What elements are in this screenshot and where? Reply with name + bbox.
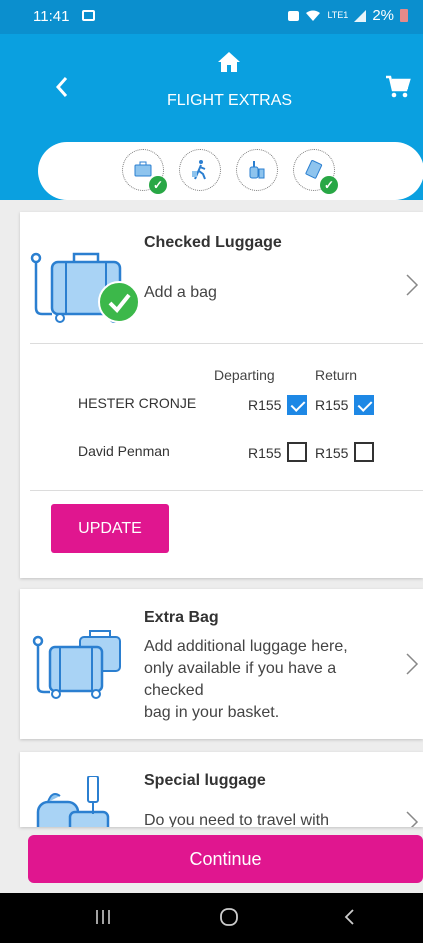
step-traveller[interactable] [179, 149, 221, 191]
system-nav-bar [0, 893, 423, 943]
suitcase-icon [134, 161, 152, 177]
ticket-icon [305, 160, 323, 179]
return-price: R155 [315, 397, 349, 413]
return-price: R155 [315, 445, 349, 461]
status-bar: 11:41 LTE1 2% [0, 0, 423, 34]
battery-icon [400, 9, 408, 22]
return-checkbox[interactable] [354, 395, 374, 415]
step-complete-badge: ✓ [320, 176, 338, 194]
recent-apps-icon[interactable] [95, 907, 111, 927]
gallery-notification-icon [82, 10, 95, 21]
special-luggage-icon [36, 776, 110, 827]
battery-percent: 2% [372, 7, 394, 24]
step-complete-badge: ✓ [149, 176, 167, 194]
special-luggage-title: Special luggage [144, 772, 266, 789]
departing-checkbox[interactable] [287, 395, 307, 415]
departing-price: R155 [248, 397, 282, 413]
chevron-right-icon[interactable] [405, 273, 419, 297]
home-icon[interactable] [218, 52, 240, 72]
traveller-icon [192, 160, 206, 180]
chevron-right-icon[interactable] [405, 810, 419, 827]
app-header: FLIGHT EXTRAS [0, 34, 423, 144]
departing-checkbox[interactable] [287, 442, 307, 462]
extra-bag-desc-line: only available if you have a [144, 660, 337, 677]
app-screen: 11:41 LTE1 2% FLIGHT EXTRAS ✓ ✓ Checked … [0, 0, 423, 943]
extra-bag-desc-line: bag in your basket. [144, 704, 280, 721]
extra-bag-title: Extra Bag [144, 609, 219, 626]
extra-bag-desc: Add additional luggage here, only availa… [144, 636, 348, 724]
divider [30, 490, 423, 491]
divider [30, 343, 423, 344]
home-nav-icon[interactable] [219, 907, 239, 927]
lock-icon [288, 10, 300, 21]
check-badge-icon [98, 281, 140, 323]
wifi-icon [306, 10, 321, 21]
step-special-luggage[interactable] [236, 149, 278, 191]
extra-bag-icon [32, 630, 121, 699]
extra-bag-card: Extra Bag Add additional luggage here, o… [20, 589, 423, 739]
checked-luggage-title: Checked Luggage [144, 234, 282, 251]
extra-bag-desc-line: checked [144, 682, 204, 699]
col-departing-header: Departing [214, 367, 275, 383]
departing-price: R155 [248, 445, 282, 461]
special-luggage-card: Special luggage Do you need to travel wi… [20, 752, 423, 827]
special-items-icon [249, 161, 265, 179]
checked-luggage-card: Checked Luggage Add a bag Departing Retu… [20, 212, 423, 578]
back-nav-icon[interactable] [342, 907, 356, 927]
passenger-name: HESTER CRONJE [78, 395, 197, 411]
cart-icon[interactable] [385, 74, 411, 100]
special-luggage-desc: Do you need to travel with [144, 812, 329, 827]
col-return-header: Return [315, 367, 358, 383]
step-payment[interactable]: ✓ [293, 149, 338, 194]
signal-icon [354, 9, 367, 22]
step-checked-luggage[interactable]: ✓ [122, 149, 167, 194]
checked-luggage-desc: Add a bag [144, 284, 217, 301]
extra-bag-desc-line: Add additional luggage here, [144, 638, 348, 655]
continue-button[interactable]: Continue [28, 835, 423, 883]
chevron-right-icon[interactable] [405, 652, 419, 676]
return-checkbox[interactable] [354, 442, 374, 462]
status-time: 11:41 [33, 8, 70, 25]
network-label: LTE1 [327, 10, 349, 20]
passenger-name: David Penman [78, 443, 170, 459]
page-title: FLIGHT EXTRAS [166, 92, 293, 109]
steps-progress: ✓ ✓ [38, 142, 423, 200]
update-button[interactable]: UPDATE [51, 504, 169, 553]
